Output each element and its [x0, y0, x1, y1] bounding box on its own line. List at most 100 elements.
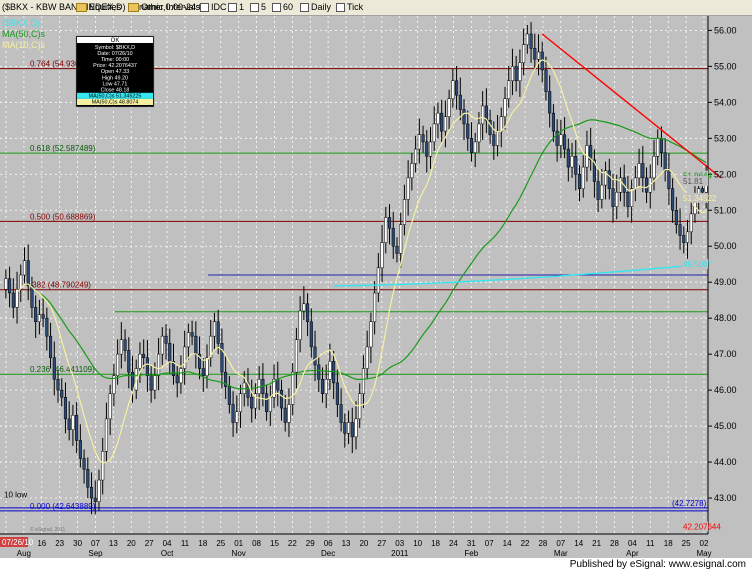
candle-down — [596, 181, 600, 200]
candle-up — [380, 242, 384, 269]
candle-up — [399, 224, 403, 254]
x-tick-label: 28 — [610, 539, 619, 548]
candle-up — [101, 451, 105, 481]
x-tick-label: 07 — [91, 539, 100, 548]
toolbar-item-5[interactable]: 5 — [250, 2, 266, 13]
low-annotation: 10 low — [4, 491, 27, 500]
x-tick-label: 02 — [700, 539, 709, 548]
checkbox-icon — [300, 3, 309, 13]
x-tick-label: 18 — [198, 539, 207, 548]
candle-down — [123, 339, 127, 351]
candle-up — [656, 138, 660, 157]
toolbar-item-idc[interactable]: IDC — [200, 2, 227, 13]
candle-up — [153, 375, 157, 391]
candle-down — [529, 33, 533, 49]
x-tick-label: 06 — [324, 539, 333, 548]
candle-down — [86, 469, 90, 488]
support-label: (42.7278) — [672, 499, 707, 508]
x-tick-label: 31 — [467, 539, 476, 548]
candle-down — [611, 188, 615, 207]
candle-down — [492, 134, 496, 146]
candle-down — [164, 335, 168, 344]
checkbox-icon — [336, 3, 345, 13]
candle-down — [45, 317, 49, 337]
candle-down — [89, 486, 94, 499]
candle-down — [250, 397, 254, 409]
toolbar-item-1[interactable]: 1 — [228, 2, 244, 13]
y-tick-label: 52.00 — [714, 169, 737, 179]
candle-up — [451, 80, 455, 99]
x-tick-label: 04 — [628, 539, 637, 548]
candle-up — [186, 332, 190, 348]
candle-up — [238, 393, 243, 412]
candle-up — [402, 199, 406, 225]
x-tick-label: 18 — [664, 539, 673, 548]
info-row: Close 48.18 — [101, 88, 130, 94]
candle-up — [294, 339, 298, 373]
footer: Published by eSignal: www.esignal.com — [0, 558, 752, 572]
candle-down — [78, 440, 82, 459]
y-tick-label: 45.00 — [714, 421, 737, 431]
candle-up — [268, 397, 272, 412]
candle-down — [168, 343, 172, 362]
y-tick-label: 44.00 — [714, 457, 737, 467]
candle-down — [663, 152, 667, 171]
candle-up — [417, 134, 421, 150]
x-month-label: Feb — [464, 549, 478, 558]
x-month-label: Nov — [232, 549, 246, 558]
candle-down — [41, 314, 45, 319]
x-tick-label: 28 — [538, 539, 547, 548]
candle-up — [298, 310, 302, 341]
candle-up — [637, 163, 641, 179]
candle-down — [671, 188, 675, 211]
fib-label: 0.618 (52.587489) — [30, 144, 96, 153]
x-tick-label: 25 — [216, 539, 225, 548]
chart-area[interactable]: 0.764 (54.936 0.618 (52.587489) 0.500 (50.… — [0, 16, 752, 558]
price-chart[interactable]: 0.764 (54.936 0.618 (52.587489) 0.500 (50.… — [0, 16, 752, 558]
candle-down — [279, 389, 284, 409]
x-tick-label: 21 — [592, 539, 601, 548]
x-tick-label: 10 — [413, 539, 422, 548]
candle-down — [216, 321, 220, 344]
candle-down — [678, 224, 682, 236]
candle-up — [447, 98, 451, 117]
candle-down — [30, 285, 34, 308]
checkbox-icon — [228, 3, 237, 13]
y-tick-label: 53.00 — [714, 133, 737, 143]
candle-down — [49, 335, 53, 358]
candle-down — [563, 134, 567, 150]
candle-down — [34, 307, 38, 323]
candle-down — [93, 497, 97, 502]
toolbar-item-60[interactable]: 60 — [272, 2, 293, 13]
candle-down — [82, 458, 86, 470]
toolbar-item-other-intervals[interactable]: Other Intervals — [128, 2, 200, 13]
candle-up — [570, 156, 574, 168]
candle-up — [108, 393, 112, 420]
candle-down — [574, 156, 578, 175]
candle-down — [194, 335, 198, 355]
y-tick-label: 56.00 — [714, 25, 737, 35]
price-label: 49.5067 — [683, 260, 712, 269]
candle-up — [581, 166, 585, 189]
candle-down — [149, 375, 153, 391]
candle-down — [387, 217, 392, 229]
legend-ma50: MA(50,C)s — [2, 29, 46, 39]
candle-down — [682, 235, 686, 243]
x-tick-label: 27 — [145, 539, 154, 548]
candle-down — [75, 415, 79, 441]
published-by-text: Published by eSignal: www.esignal.com — [569, 559, 746, 570]
watermark-text: © eSignal, 2011 — [30, 526, 66, 533]
x-month-label: Dec — [321, 549, 335, 558]
candle-down — [391, 227, 395, 247]
candle-up — [354, 418, 358, 438]
candle-up — [116, 353, 120, 376]
candle-down — [700, 188, 704, 193]
toolbar-item-tick[interactable]: Tick — [336, 2, 363, 13]
toolbar-item-daily[interactable]: Daily — [300, 2, 331, 13]
candle-down — [67, 418, 71, 430]
price-label: 42.207644 — [683, 523, 721, 532]
info-row: Low 47.71 — [103, 81, 128, 87]
candle-down — [63, 397, 68, 420]
toolbar-item-equities[interactable]: Equities — [76, 2, 121, 13]
candle-down — [674, 210, 678, 225]
